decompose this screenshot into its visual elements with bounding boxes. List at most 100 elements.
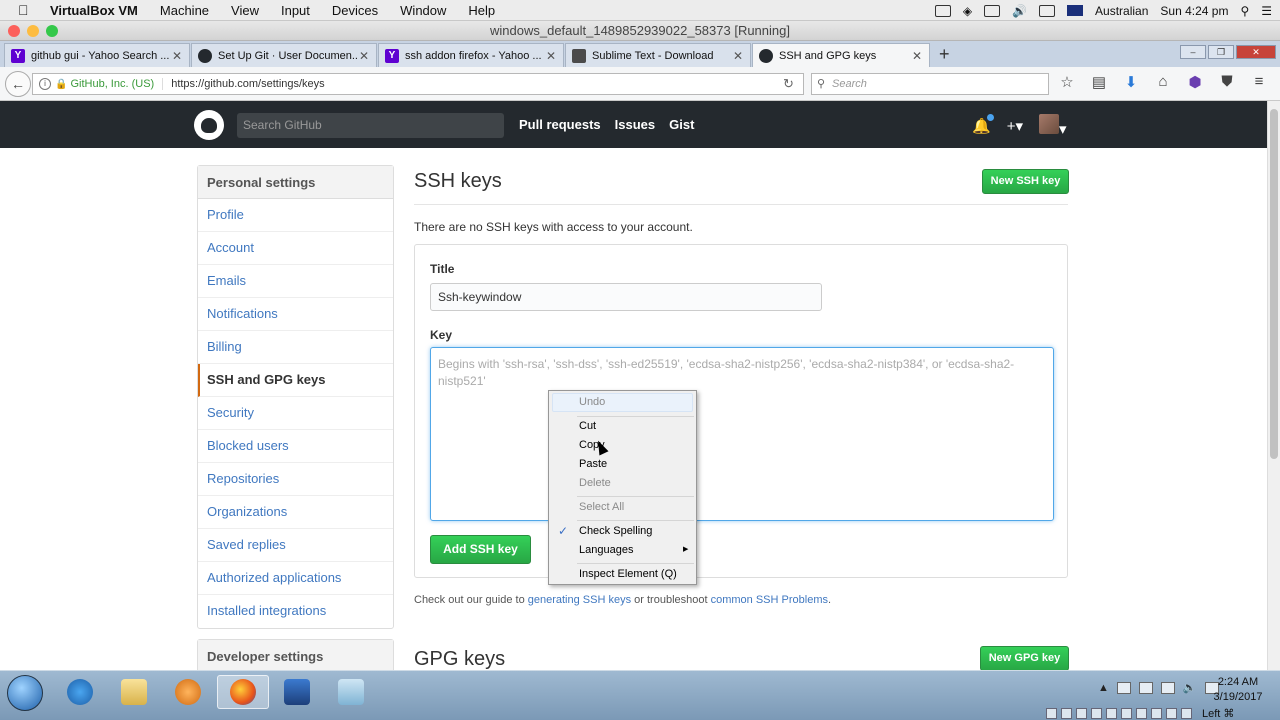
menu-cut[interactable]: Cut — [579, 417, 596, 435]
menu-window[interactable]: Window — [400, 3, 446, 18]
menu-app-name[interactable]: VirtualBox VM — [50, 3, 138, 18]
github-logo-icon[interactable] — [194, 110, 224, 140]
bookmark-star-icon[interactable]: ☆ — [1058, 73, 1076, 91]
nav-issues[interactable]: Issues — [615, 117, 655, 132]
taskbar-firefox[interactable] — [217, 675, 269, 709]
yahoo-icon: Y — [385, 48, 399, 63]
sidebar-item-emails[interactable]: Emails — [198, 265, 393, 298]
browser-search-input[interactable]: ⚲ Search — [811, 73, 1049, 95]
sidebar-item-security[interactable]: Security — [198, 397, 393, 430]
bell-icon[interactable]: 🔔 — [972, 114, 994, 135]
menu-input[interactable]: Input — [281, 3, 310, 18]
page-scrollbar[interactable] — [1267, 101, 1280, 670]
sidebar-item-billing[interactable]: Billing — [198, 331, 393, 364]
nav-gist[interactable]: Gist — [669, 117, 694, 132]
menu-undo[interactable]: Undo — [579, 393, 605, 411]
reload-icon[interactable]: ↻ — [783, 76, 803, 92]
add-ssh-key-button[interactable]: Add SSH key — [430, 535, 531, 564]
home-icon[interactable]: ⌂ — [1154, 73, 1172, 91]
sidebar-item-organizations[interactable]: Organizations — [198, 496, 393, 529]
menu-devices[interactable]: Devices — [332, 3, 378, 18]
menu-paste[interactable]: Paste — [579, 455, 607, 473]
show-hidden-icons-icon[interactable]: ▲ — [1098, 682, 1109, 694]
taskbar-powershell[interactable] — [271, 675, 323, 709]
sidebar-item-account[interactable]: Account — [198, 232, 393, 265]
taskbar-explorer[interactable] — [108, 675, 160, 709]
minimize-window-icon[interactable] — [27, 25, 39, 37]
sidebar-item-repositories[interactable]: Repositories — [198, 463, 393, 496]
browser-tab-5[interactable]: SSH and GPG keys ✕ — [752, 43, 930, 67]
new-tab-icon[interactable]: + — [939, 44, 950, 65]
back-icon[interactable]: ← — [5, 71, 31, 97]
close-tab-icon[interactable]: ✕ — [171, 49, 183, 63]
minimize-icon[interactable]: – — [1180, 45, 1206, 59]
close-icon[interactable]: ✕ — [1236, 45, 1276, 59]
github-search-input[interactable]: Search GitHub — [237, 113, 504, 138]
menu-inspect-element[interactable]: Inspect Element (Q) — [579, 565, 677, 583]
taskbar-media-player[interactable] — [162, 675, 214, 709]
display-icon[interactable] — [1160, 681, 1175, 694]
new-gpg-key-button[interactable]: New GPG key — [980, 646, 1069, 670]
common-ssh-problems-link[interactable]: common SSH Problems — [711, 594, 828, 606]
menu-languages[interactable]: Languages — [579, 541, 633, 559]
battery-icon[interactable] — [1039, 4, 1056, 17]
sidebar-item-installed-integrations[interactable]: Installed integrations — [198, 595, 393, 628]
menu-machine[interactable]: Machine — [160, 3, 209, 18]
new-ssh-key-button[interactable]: New SSH key — [982, 169, 1069, 194]
sidebar-item-notifications[interactable]: Notifications — [198, 298, 393, 331]
reader-list-icon[interactable]: ▤ — [1090, 73, 1108, 91]
menu-delete[interactable]: Delete — [579, 474, 611, 492]
menu-select-all[interactable]: Select All — [579, 498, 624, 516]
guide-prefix: Check out our guide to — [414, 594, 525, 606]
keyboard-layout[interactable]: Australian — [1095, 4, 1148, 18]
action-center-icon[interactable] — [1116, 681, 1131, 694]
sidebar-item-blocked-users[interactable]: Blocked users — [198, 430, 393, 463]
close-window-icon[interactable] — [8, 25, 20, 37]
close-tab-icon[interactable]: ✕ — [911, 49, 923, 63]
sidebar-item-ssh-gpg-keys[interactable]: SSH and GPG keys — [198, 364, 393, 397]
title-label: Title — [430, 262, 455, 276]
menu-help[interactable]: Help — [468, 3, 495, 18]
browser-tab-2[interactable]: Set Up Git · User Documen... ✕ — [191, 43, 377, 67]
addon-icon[interactable]: ⬢ — [1186, 73, 1204, 91]
restore-icon[interactable]: ❐ — [1208, 45, 1234, 59]
close-tab-icon[interactable]: ✕ — [358, 49, 370, 63]
apple-icon[interactable]:  — [18, 2, 36, 18]
info-icon[interactable]: i — [39, 78, 51, 90]
avatar[interactable]: ▾ — [1038, 114, 1067, 138]
sidebar-item-authorized-applications[interactable]: Authorized applications — [198, 562, 393, 595]
wifi-icon[interactable]: ◈ — [963, 4, 972, 18]
sidebar-item-saved-replies[interactable]: Saved replies — [198, 529, 393, 562]
notification-center-icon[interactable]: ☰ — [1261, 4, 1272, 18]
taskbar-ie[interactable] — [54, 675, 106, 709]
spotlight-icon[interactable]: ⚲ — [1240, 4, 1249, 18]
sidebar-item-profile[interactable]: Profile — [198, 199, 393, 232]
key-textarea[interactable]: Begins with 'ssh-rsa', 'ssh-dss', 'ssh-e… — [430, 347, 1054, 521]
airplay-icon[interactable] — [984, 4, 1001, 17]
start-button-icon[interactable] — [7, 675, 43, 711]
taskbar-app[interactable] — [325, 675, 377, 709]
hamburger-menu-icon[interactable]: ≡ — [1250, 73, 1268, 91]
close-tab-icon[interactable]: ✕ — [732, 49, 744, 63]
download-icon[interactable]: ⬇ — [1122, 73, 1140, 91]
speaker-icon[interactable]: 🔈 — [1183, 681, 1197, 694]
zoom-window-icon[interactable] — [46, 25, 58, 37]
mac-clock[interactable]: Sun 4:24 pm — [1160, 4, 1228, 18]
url-text[interactable]: https://github.com/settings/keys — [171, 78, 783, 90]
network-icon[interactable] — [1138, 681, 1153, 694]
taskbar-clock[interactable]: 2:24 AM 3/19/2017 — [1208, 675, 1268, 705]
title-input[interactable]: Ssh-keywindow — [430, 283, 822, 311]
menu-view[interactable]: View — [231, 3, 259, 18]
close-tab-icon[interactable]: ✕ — [545, 49, 557, 63]
volume-icon[interactable]: 🔊 — [1012, 4, 1027, 18]
plus-dropdown-icon[interactable]: +▾ — [1007, 117, 1023, 135]
url-bar[interactable]: i 🔒 GitHub, Inc. (US) https://github.com… — [32, 73, 804, 95]
pocket-icon[interactable]: ⛊ — [1218, 73, 1236, 91]
screen-record-icon[interactable] — [934, 4, 951, 17]
nav-pull-requests[interactable]: Pull requests — [519, 117, 601, 132]
generating-ssh-keys-link[interactable]: generating SSH keys — [528, 594, 631, 606]
menu-check-spelling[interactable]: Check Spelling — [579, 522, 652, 540]
browser-tab-1[interactable]: Y github gui - Yahoo Search ... ✕ — [4, 43, 190, 67]
browser-tab-3[interactable]: Y ssh addon firefox - Yahoo ... ✕ — [378, 43, 564, 67]
browser-tab-4[interactable]: Sublime Text - Download ✕ — [565, 43, 751, 67]
